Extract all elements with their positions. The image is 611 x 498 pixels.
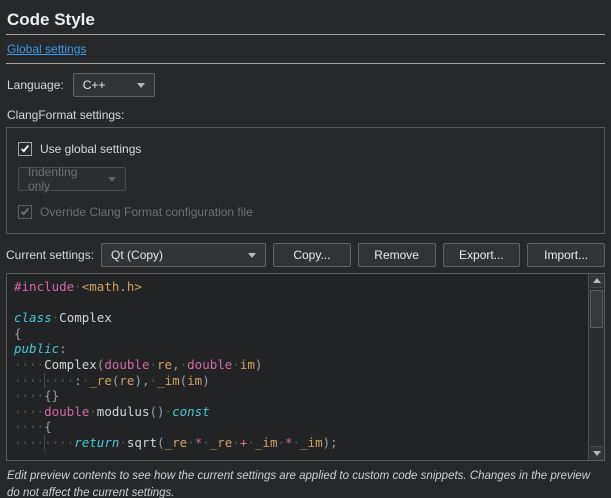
separator: [6, 34, 605, 35]
use-global-settings-row: Use global settings: [18, 141, 593, 156]
code-line: public:: [14, 341, 588, 357]
clangformat-mode-dropdown: Indenting only: [18, 167, 126, 191]
code-line: #include·<math.h>: [14, 279, 588, 295]
code-line: ····{}: [14, 388, 588, 404]
import-button[interactable]: Import...: [527, 243, 605, 267]
chevron-down-icon: [108, 177, 116, 182]
global-settings-link[interactable]: Global settings: [7, 42, 86, 56]
language-label: Language:: [7, 78, 64, 92]
code-line: class·Complex: [14, 310, 588, 326]
override-config-checkbox: [18, 205, 32, 219]
separator: [6, 63, 605, 64]
vertical-scrollbar[interactable]: [588, 274, 604, 460]
chevron-down-icon: [137, 83, 145, 88]
code-line: ········:·_re(re),·_im(im): [14, 373, 588, 389]
code-style-settings-page: Code Style Global settings Language: C++…: [0, 0, 611, 498]
remove-button[interactable]: Remove: [358, 243, 436, 267]
clangformat-group: Use global settings Indenting only Overr…: [6, 127, 605, 234]
page-title: Code Style: [7, 9, 604, 31]
code-line: ····{: [14, 419, 588, 435]
code-editor[interactable]: #include·<math.h> class·Complex{public:·…: [7, 274, 588, 460]
current-settings-label: Current settings:: [6, 248, 94, 262]
scrollbar-thumb[interactable]: [590, 290, 603, 328]
override-config-row: Override Clang Format configuration file: [18, 204, 593, 219]
language-row: Language: C++: [7, 73, 604, 97]
code-line: ········return·sqrt(_re·*·_re·+·_im·*·_i…: [14, 435, 588, 451]
chevron-down-icon: [248, 253, 256, 258]
override-config-label: Override Clang Format configuration file: [40, 205, 253, 219]
footer-note: Edit preview contents to see how the cur…: [7, 468, 604, 498]
language-dropdown[interactable]: C++: [73, 73, 155, 97]
current-settings-dropdown[interactable]: Qt (Copy): [101, 243, 266, 267]
current-settings-row: Current settings: Qt (Copy) Copy... Remo…: [6, 243, 605, 267]
use-global-settings-checkbox[interactable]: [18, 142, 32, 156]
export-button[interactable]: Export...: [443, 243, 521, 267]
code-line: ····Complex(double·re,·double·im): [14, 357, 588, 373]
copy-button[interactable]: Copy...: [273, 243, 351, 267]
clangformat-mode-value: Indenting only: [28, 165, 100, 193]
scroll-down-button[interactable]: [590, 446, 603, 460]
language-dropdown-value: C++: [83, 78, 106, 92]
code-preview-editor: #include·<math.h> class·Complex{public:·…: [6, 273, 605, 461]
check-icon: [21, 206, 29, 215]
scroll-up-button[interactable]: [590, 274, 603, 288]
global-settings-row: Global settings: [7, 42, 611, 56]
current-settings-value: Qt (Copy): [111, 248, 163, 262]
check-icon: [21, 143, 29, 152]
scroll-up-icon: [593, 278, 601, 283]
code-line: [14, 295, 588, 311]
use-global-settings-label[interactable]: Use global settings: [40, 142, 141, 156]
code-line: ····double·modulus()·const: [14, 404, 588, 420]
scroll-down-icon: [593, 451, 601, 456]
clangformat-section-label: ClangFormat settings:: [7, 108, 604, 122]
code-line: {: [14, 326, 588, 342]
